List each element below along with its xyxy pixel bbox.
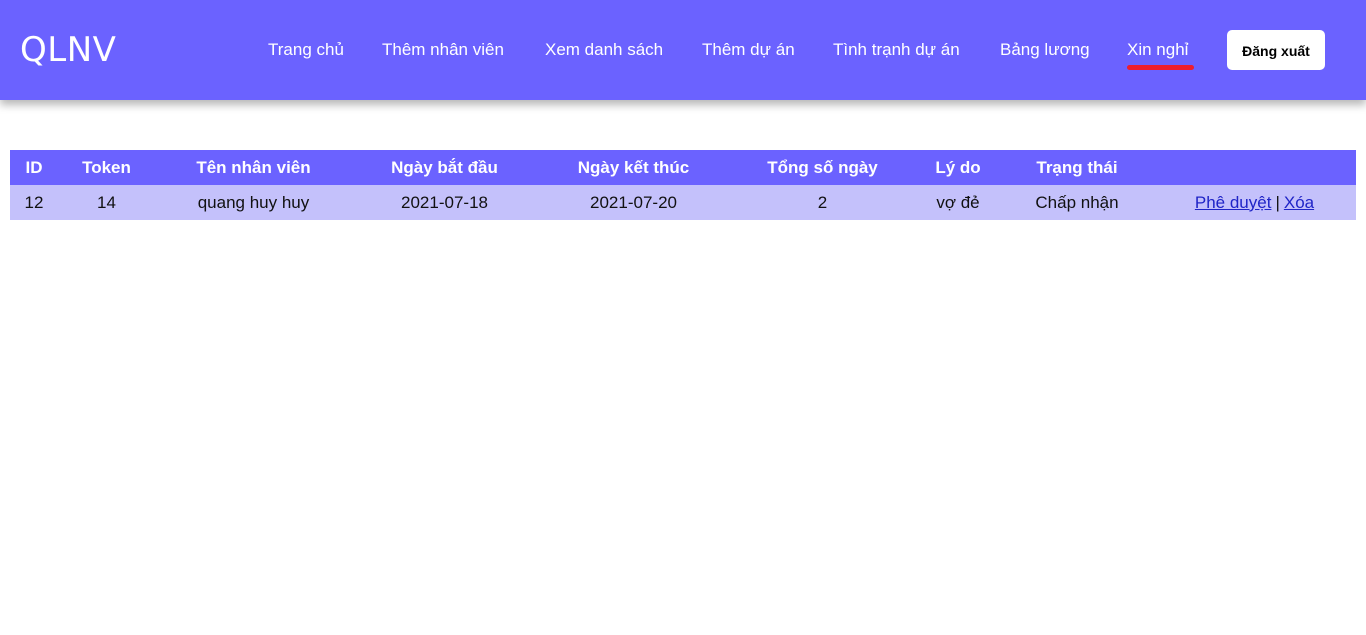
column-header-actions xyxy=(1153,150,1356,185)
table-row: 12 14 quang huy huy 2021-07-18 2021-07-2… xyxy=(10,185,1356,220)
logout-button[interactable]: Đăng xuất xyxy=(1227,30,1325,70)
cell-id: 12 xyxy=(24,192,44,212)
cell-token: 14 xyxy=(97,192,116,212)
active-nav-underline xyxy=(1127,65,1194,70)
nav-link-view-list[interactable]: Xem danh sách xyxy=(545,38,663,62)
column-header-start-date: Ngày bắt đầu xyxy=(391,157,498,177)
cell-status: Chấp nhận xyxy=(1035,192,1119,212)
column-header-total-days: Tổng số ngày xyxy=(767,157,878,177)
cell-start-date: 2021-07-18 xyxy=(401,192,488,212)
nav-link-add-employee[interactable]: Thêm nhân viên xyxy=(382,38,504,62)
table-header-row: ID Token Tên nhân viên Ngày bắt đầu Ngày… xyxy=(10,150,1356,185)
top-navigation-bar: QLNV Trang chủ Thêm nhân viên Xem danh s… xyxy=(0,0,1366,100)
nav-link-project-status[interactable]: Tình trạnh dự án xyxy=(833,38,960,62)
app-logo[interactable]: QLNV xyxy=(20,28,116,72)
cell-end-date: 2021-07-20 xyxy=(590,192,677,212)
column-header-end-date: Ngày kết thúc xyxy=(577,157,690,177)
column-header-status: Trạng thái xyxy=(1036,157,1118,177)
nav-link-add-project[interactable]: Thêm dự án xyxy=(702,38,795,62)
cell-total-days: 2 xyxy=(817,192,828,212)
action-separator: | xyxy=(1275,192,1280,212)
nav-link-salary-table[interactable]: Bảng lương xyxy=(1000,38,1090,62)
cell-employee-name: quang huy huy xyxy=(197,192,310,212)
delete-link[interactable]: Xóa xyxy=(1284,193,1314,212)
nav-link-home[interactable]: Trang chủ xyxy=(268,38,344,62)
approve-link[interactable]: Phê duyệt xyxy=(1195,193,1272,212)
leave-request-table-section: ID Token Tên nhân viên Ngày bắt đầu Ngày… xyxy=(10,150,1356,220)
nav-link-leave-request[interactable]: Xin nghỉ xyxy=(1127,38,1188,62)
column-header-employee-name: Tên nhân viên xyxy=(196,157,311,177)
cell-actions: Phê duyệt | Xóa xyxy=(1153,185,1356,220)
column-header-id: ID xyxy=(25,157,43,177)
column-header-reason: Lý do xyxy=(935,157,981,177)
leave-request-table: ID Token Tên nhân viên Ngày bắt đầu Ngày… xyxy=(10,150,1356,220)
cell-reason: vợ đẻ xyxy=(936,192,980,212)
column-header-token: Token xyxy=(82,157,131,177)
